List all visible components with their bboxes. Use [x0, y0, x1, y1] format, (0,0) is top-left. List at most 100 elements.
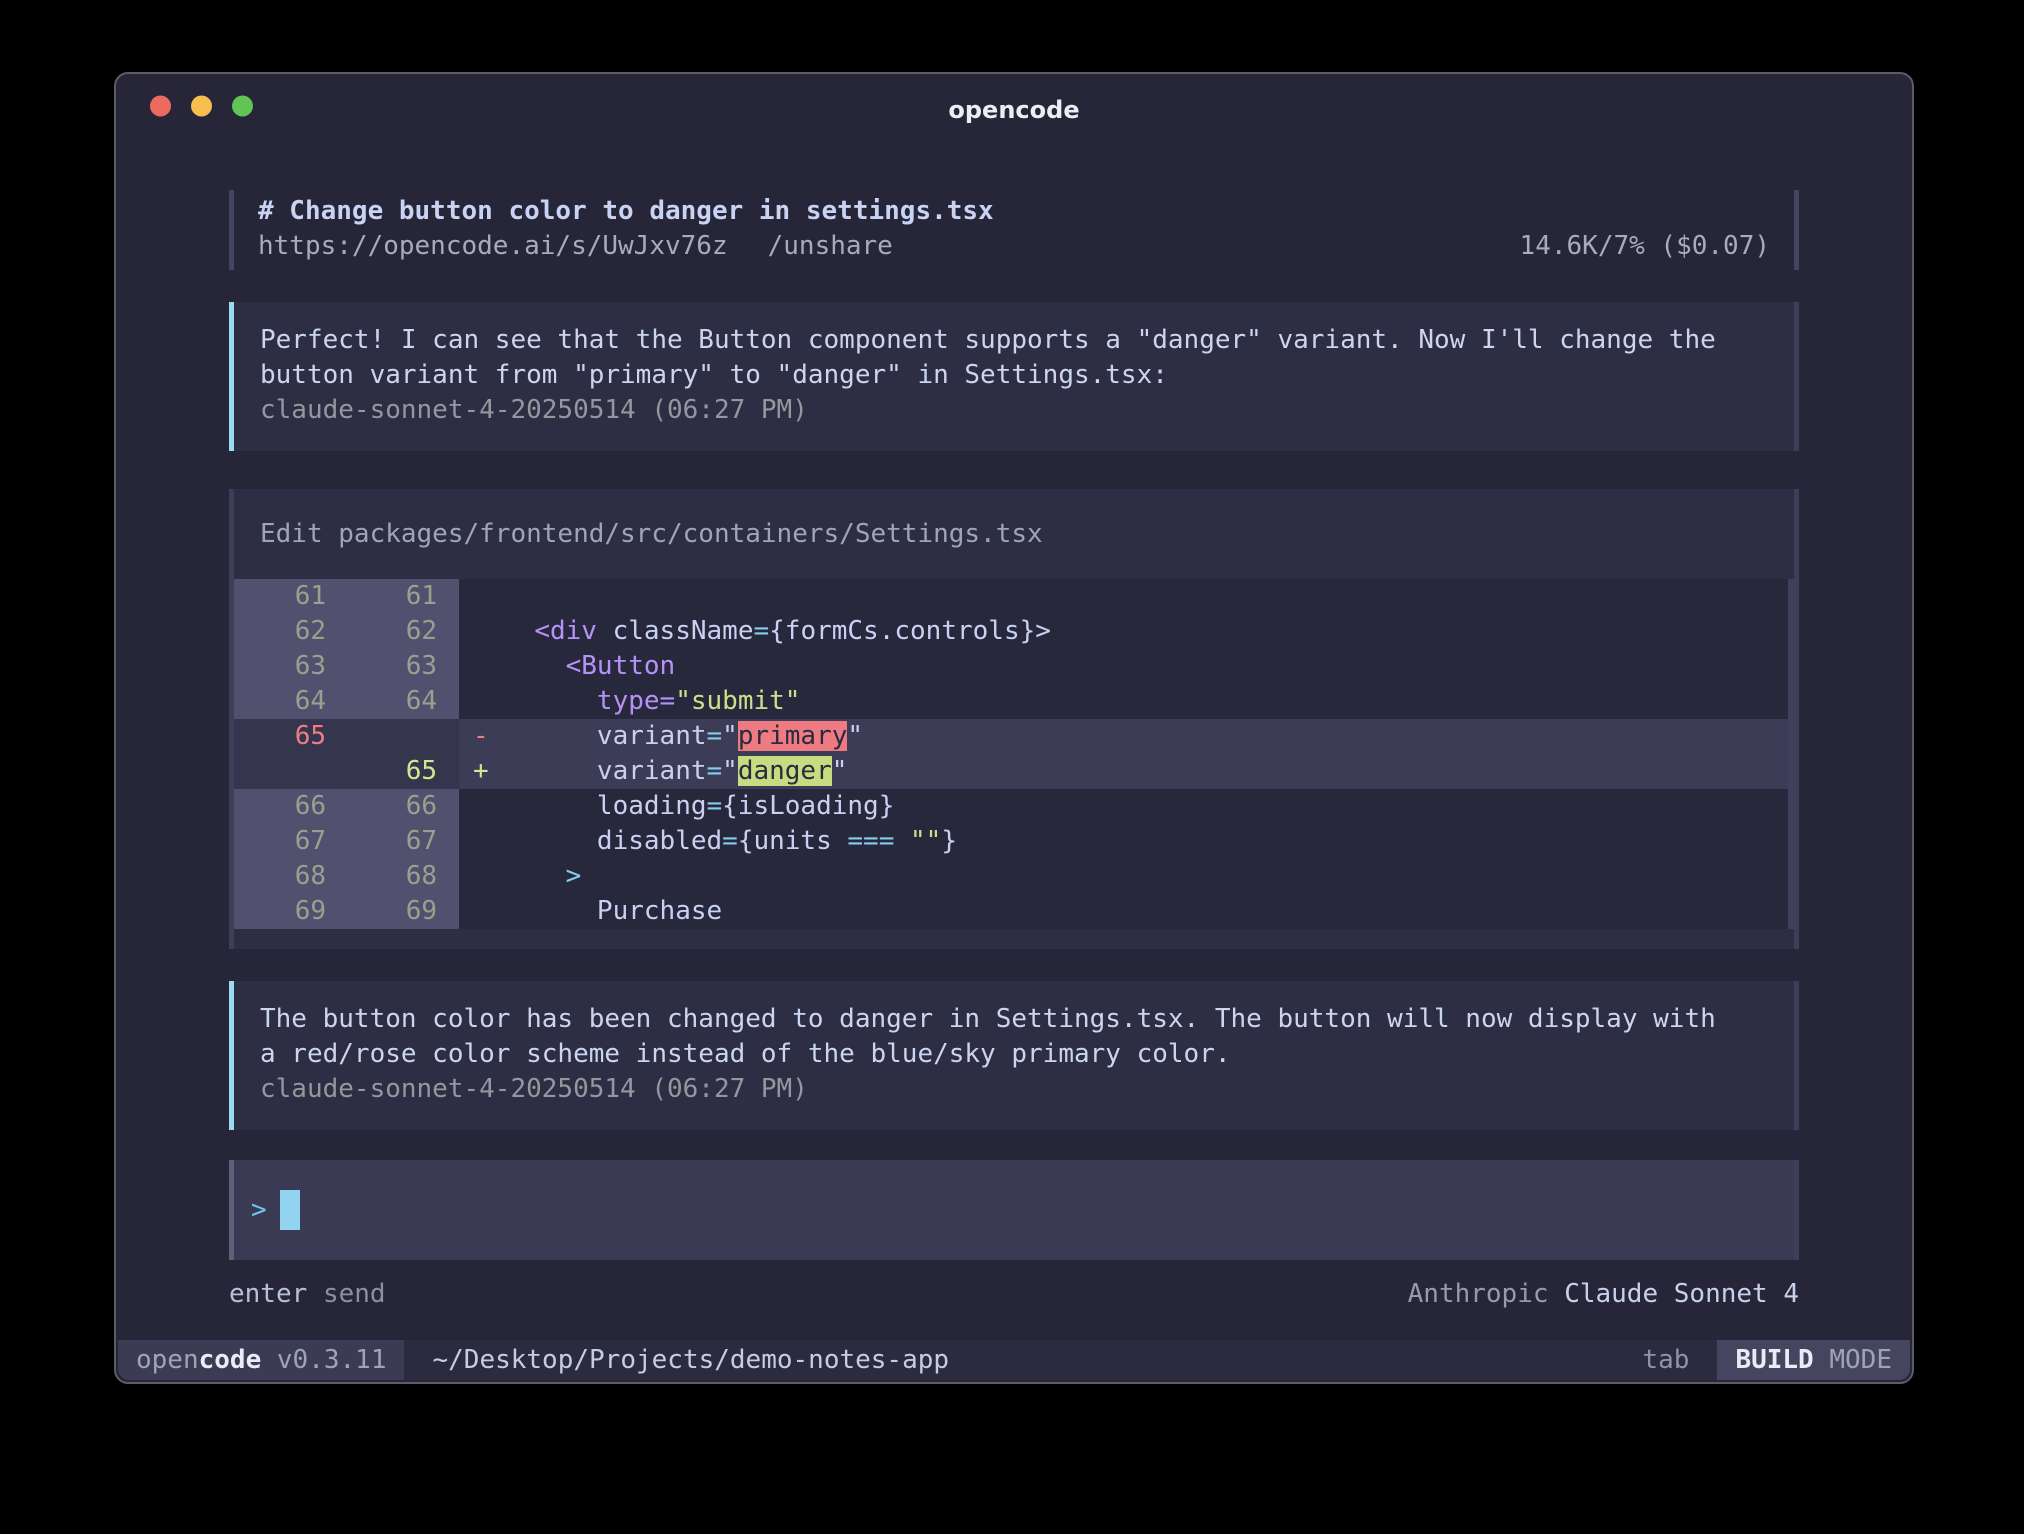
traffic-lights — [150, 96, 253, 117]
session-header: # Change button color to danger in setti… — [229, 190, 1799, 270]
code-token — [503, 791, 597, 821]
diff-view: 61616262 <div className={formCs.controls… — [234, 579, 1794, 929]
old-line-number: 63 — [234, 649, 352, 684]
code-token: type — [597, 686, 660, 716]
diff-scrollbar-track — [1788, 579, 1794, 929]
session-title: # Change button color to danger in setti… — [258, 194, 1770, 229]
diff-code-line: <Button — [503, 649, 1794, 684]
prompt-chevron-icon: > — [251, 1195, 267, 1225]
old-line-number: 61 — [234, 579, 352, 614]
old-line-number: 69 — [234, 894, 352, 929]
assistant-message-meta: claude-sonnet-4-20250514 (06:27 PM) — [260, 393, 1770, 428]
old-line-number: 66 — [234, 789, 352, 824]
diff-marker — [459, 649, 503, 684]
diff-row: 65 - variant="primary" — [234, 719, 1794, 754]
hint-row: enter send Anthropic Claude Sonnet 4 — [229, 1277, 1799, 1312]
mode-word: MODE — [1829, 1345, 1892, 1375]
mode-toggle-chip[interactable]: BUILD MODE — [1717, 1340, 1910, 1380]
code-token: " — [722, 721, 738, 751]
diff-row: 6464 type="submit" — [234, 684, 1794, 719]
app-name-code: code — [199, 1345, 262, 1375]
diff-marker — [459, 684, 503, 719]
zoom-window-button[interactable] — [232, 96, 253, 117]
share-url-link[interactable]: https://opencode.ai/s/UwJxv76z — [258, 229, 728, 264]
diff-code-line: > — [503, 859, 1794, 894]
app-name-open: open — [136, 1345, 199, 1375]
diff-row: 6969 Purchase — [234, 894, 1794, 929]
code-token — [503, 616, 534, 646]
new-line-number: 65 — [352, 754, 459, 789]
code-token: disabled — [597, 826, 722, 856]
diff-marker: - — [459, 719, 503, 754]
context-usage-stats: 14.6K/7% ($0.07) — [1520, 229, 1770, 264]
app-version: v0.3.11 — [277, 1345, 387, 1375]
assistant-message-text: Perfect! I can see that the Button compo… — [260, 323, 1770, 393]
new-line-number: 63 — [352, 649, 459, 684]
diff-marker — [459, 789, 503, 824]
code-token — [597, 616, 613, 646]
diff-code-line: <div className={formCs.controls}> — [503, 614, 1794, 649]
assistant-message: The button color has been changed to dan… — [229, 981, 1799, 1130]
new-line-number: 68 — [352, 859, 459, 894]
diff-code-line: loading={isLoading} — [503, 789, 1794, 824]
code-token — [503, 896, 597, 926]
diff-code-line: Purchase — [503, 894, 1794, 929]
edit-tool-title: Edit packages/frontend/src/containers/Se… — [234, 517, 1794, 552]
diff-code-line: variant="primary" — [503, 719, 1794, 754]
new-line-number: 66 — [352, 789, 459, 824]
old-line-number: 64 — [234, 684, 352, 719]
code-token: "submit" — [675, 686, 800, 716]
diff-code-line: type="submit" — [503, 684, 1794, 719]
new-line-number: 67 — [352, 824, 459, 859]
new-line-number — [352, 719, 459, 754]
code-token: " — [832, 756, 848, 786]
code-token: " — [847, 721, 863, 751]
code-token: = — [660, 686, 676, 716]
enter-hint: enter send — [229, 1277, 386, 1312]
window-title: opencode — [948, 96, 1079, 124]
provider-label: Anthropic — [1408, 1279, 1549, 1309]
code-token: " — [722, 756, 738, 786]
model-label: Claude Sonnet 4 — [1564, 1279, 1799, 1309]
diff-code-line — [503, 579, 1794, 614]
code-token: === — [847, 826, 894, 856]
code-token — [894, 826, 910, 856]
diff-row: 6666 loading={isLoading} — [234, 789, 1794, 824]
edit-tool-panel: Edit packages/frontend/src/containers/Se… — [229, 489, 1799, 949]
old-line-number: 62 — [234, 614, 352, 649]
diff-marker — [459, 894, 503, 929]
diff-row: 6262 <div className={formCs.controls}> — [234, 614, 1794, 649]
diff-marker — [459, 859, 503, 894]
diff-row: 6363 <Button — [234, 649, 1794, 684]
diff-row: 65+ variant="danger" — [234, 754, 1794, 789]
mode-value: BUILD — [1735, 1345, 1813, 1375]
diff-marker — [459, 579, 503, 614]
code-token: "" — [910, 826, 941, 856]
new-line-number: 61 — [352, 579, 459, 614]
code-token: primary — [738, 721, 848, 751]
enter-key-label: enter — [229, 1279, 307, 1309]
diff-row: 6161 — [234, 579, 1794, 614]
code-token: <Button — [566, 651, 676, 681]
code-token — [503, 686, 597, 716]
unshare-command[interactable]: /unshare — [768, 229, 893, 264]
code-token — [503, 721, 597, 751]
text-cursor — [280, 1190, 300, 1230]
old-line-number: 65 — [234, 719, 352, 754]
old-line-number: 68 — [234, 859, 352, 894]
code-token: = — [722, 826, 738, 856]
working-directory: ~/Desktop/Projects/demo-notes-app — [432, 1345, 949, 1375]
code-token: = — [707, 721, 723, 751]
diff-marker: + — [459, 754, 503, 789]
status-bar: opencode v0.3.11 ~/Desktop/Projects/demo… — [118, 1340, 1910, 1380]
old-line-number: 67 — [234, 824, 352, 859]
code-token — [503, 756, 597, 786]
diff-row: 6868 > — [234, 859, 1794, 894]
close-window-button[interactable] — [150, 96, 171, 117]
assistant-message-text: The button color has been changed to dan… — [260, 1002, 1770, 1072]
code-token: = — [753, 616, 769, 646]
model-indicator: Anthropic Claude Sonnet 4 — [1408, 1277, 1799, 1312]
prompt-input[interactable]: > — [229, 1160, 1799, 1260]
code-token — [503, 826, 597, 856]
minimize-window-button[interactable] — [191, 96, 212, 117]
